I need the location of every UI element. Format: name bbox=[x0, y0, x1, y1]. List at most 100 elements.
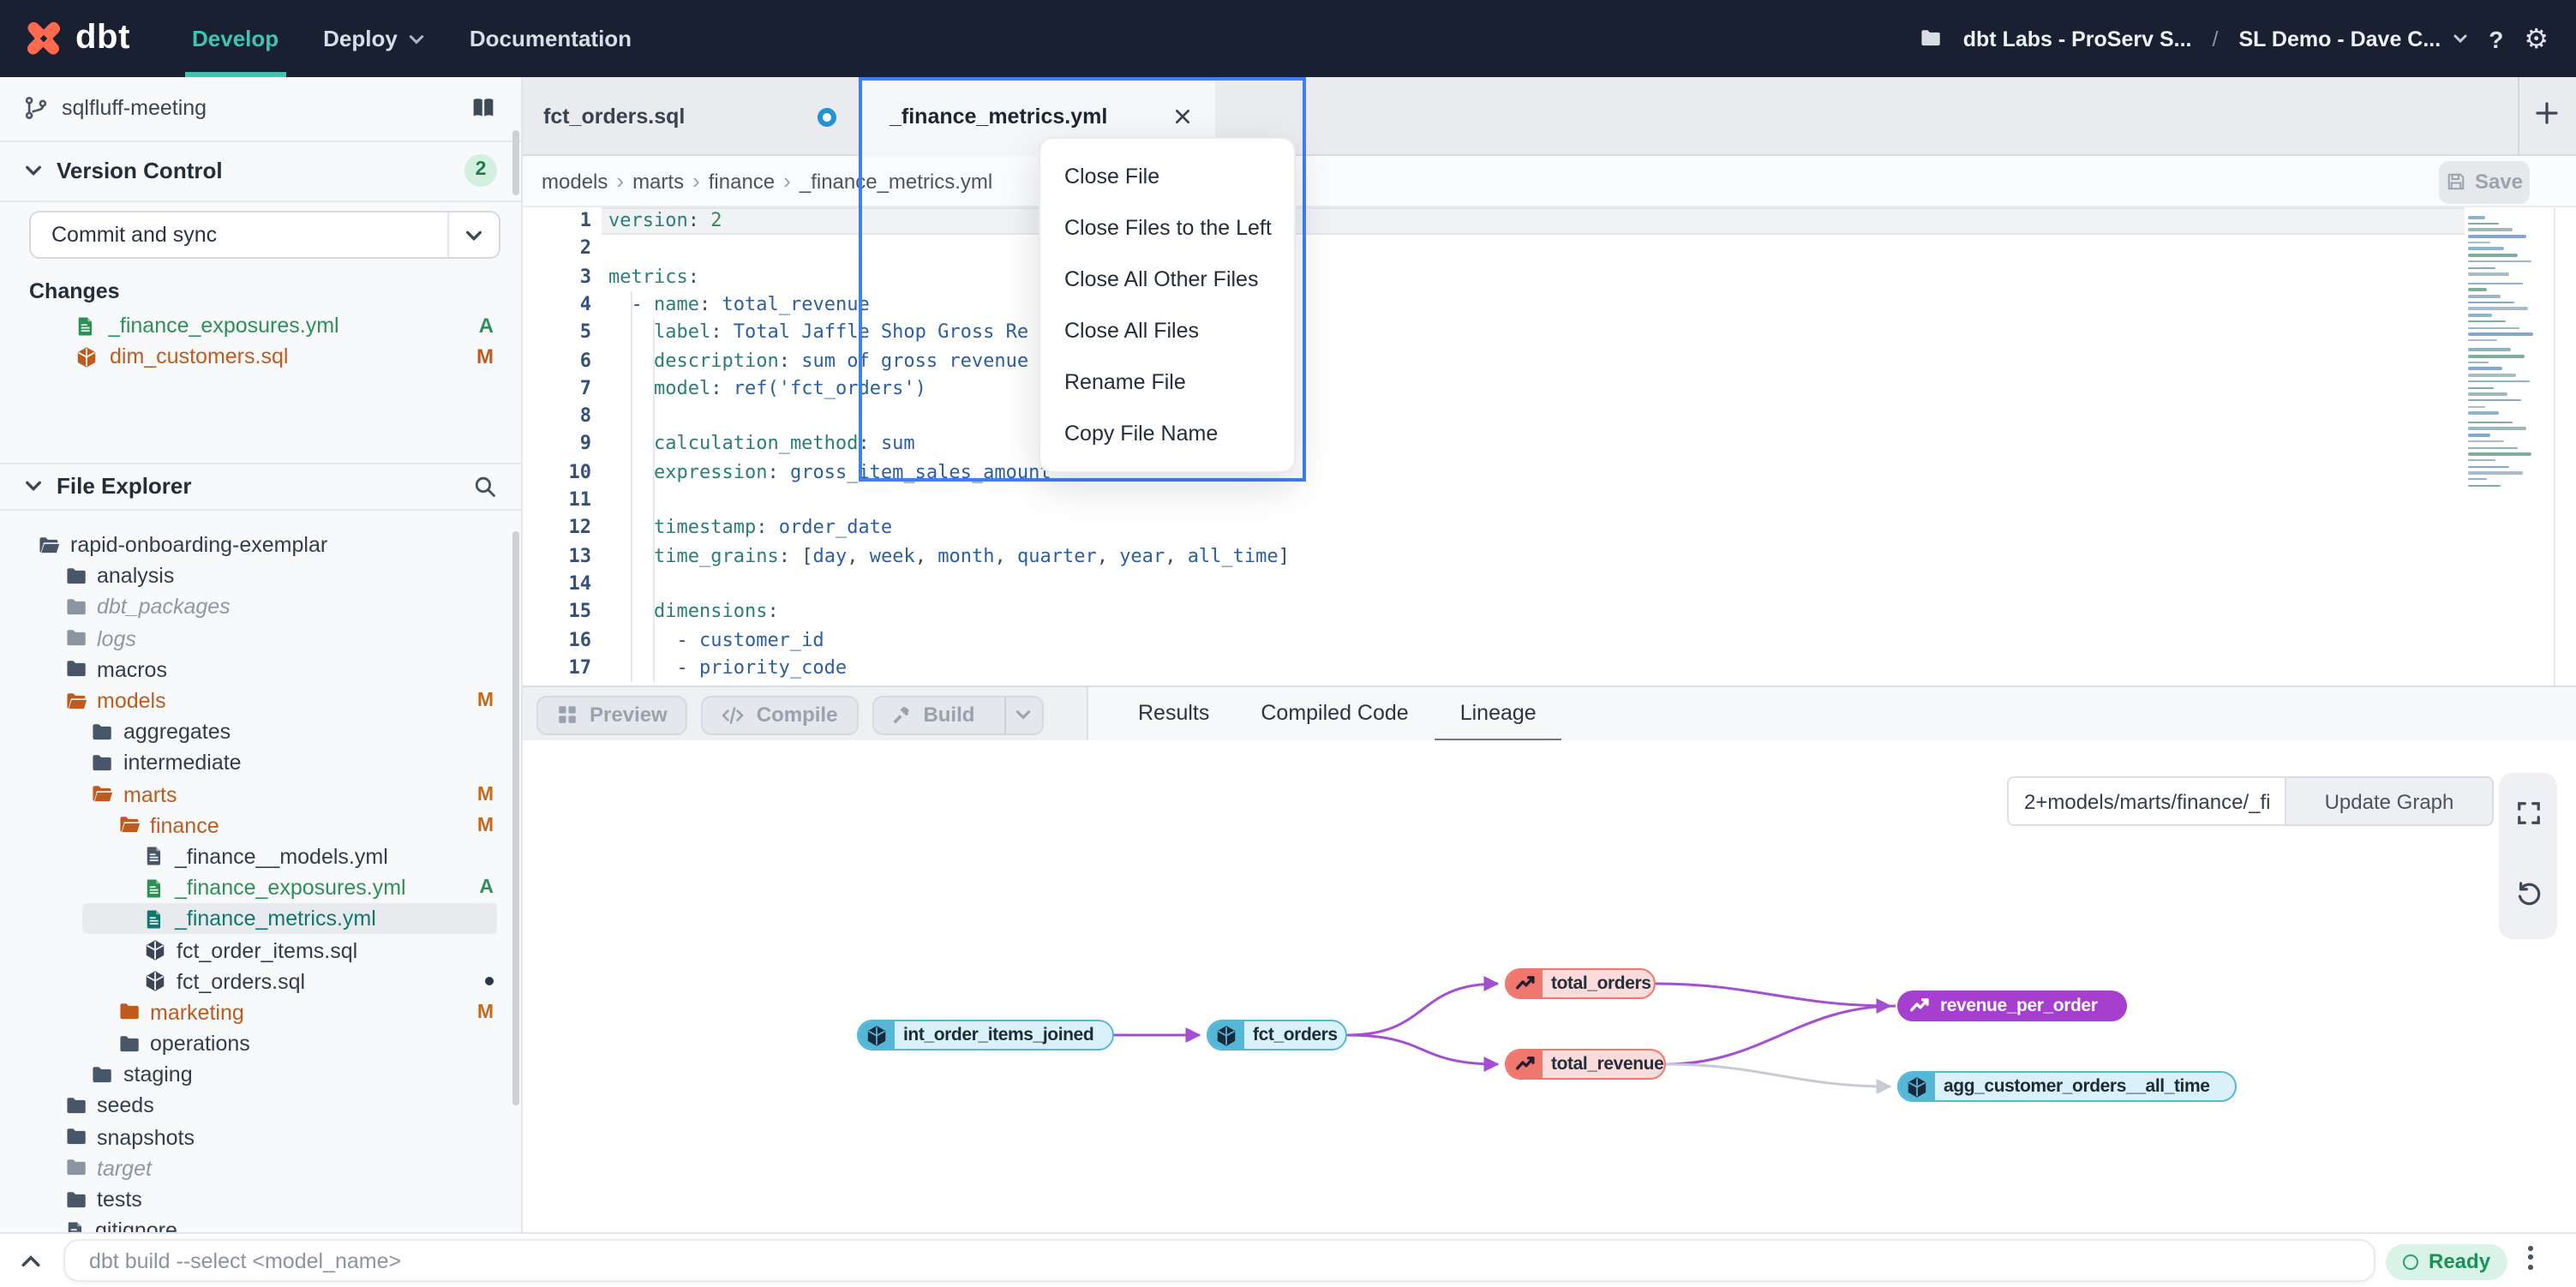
context-menu-item[interactable]: Rename File bbox=[1040, 356, 1294, 408]
folder-icon bbox=[64, 1126, 87, 1148]
tree-item[interactable]: financeM bbox=[0, 810, 521, 841]
code-line[interactable]: 8 bbox=[523, 403, 2576, 431]
save-button[interactable]: Save bbox=[2439, 160, 2530, 203]
tree-item[interactable]: operations bbox=[0, 1028, 521, 1059]
lineage-node-fct_orders[interactable]: fct_orders bbox=[1207, 1020, 1347, 1051]
compile-button[interactable]: Compile bbox=[702, 695, 859, 734]
code-line[interactable]: 17 - priority_code bbox=[523, 655, 2576, 683]
code-line[interactable]: 13 time_grains: [day, week, month, quart… bbox=[523, 542, 2576, 571]
tree-item[interactable]: logs bbox=[0, 623, 521, 654]
tree-item[interactable]: macros bbox=[0, 655, 521, 685]
minimap-line bbox=[2468, 428, 2526, 430]
build-button-main[interactable]: Build bbox=[873, 703, 991, 727]
changed-file[interactable]: _finance_exposures.ymlA bbox=[0, 310, 521, 341]
code-line[interactable]: 6 description: sum of gross revenue bbox=[523, 347, 2576, 375]
dbt-logo[interactable]: dbt bbox=[24, 0, 130, 77]
code-line[interactable]: 3metrics: bbox=[523, 263, 2576, 291]
code-line[interactable]: 10 expression: gross_item_sales_amount bbox=[523, 458, 2576, 487]
minimap-line bbox=[2468, 282, 2523, 284]
changed-file[interactable]: dim_customers.sqlM bbox=[0, 341, 521, 372]
gear-icon[interactable]: ⚙ bbox=[2524, 25, 2549, 52]
tree-item[interactable]: intermediate bbox=[0, 748, 521, 779]
build-button[interactable]: Build bbox=[872, 695, 1043, 734]
nav-item-deploy[interactable]: Deploy bbox=[323, 0, 425, 77]
tree-item[interactable]: _finance_metrics.yml bbox=[0, 904, 521, 935]
code-line[interactable]: 1version: 2 bbox=[523, 207, 2576, 236]
code-line[interactable]: 4 - name: total_revenue bbox=[523, 291, 2576, 320]
tree-item[interactable]: seeds bbox=[0, 1091, 521, 1122]
tree-item[interactable]: _finance__models.yml bbox=[0, 841, 521, 872]
chevron-up-icon[interactable] bbox=[19, 1249, 43, 1273]
help-icon[interactable]: ? bbox=[2489, 25, 2503, 52]
panel-tab-compiled-code[interactable]: Compiled Code bbox=[1235, 687, 1434, 742]
lineage-node-agg_customer_orders__all_time[interactable]: agg_customer_orders__all_time bbox=[1897, 1071, 2237, 1102]
nav-right: dbt Labs - ProServ S... / SL Demo - Dave… bbox=[1920, 0, 2549, 77]
code-editor[interactable]: 1version: 223metrics:4 - name: total_rev… bbox=[523, 207, 2576, 685]
lineage-node-total_revenue[interactable]: total_revenue bbox=[1505, 1049, 1666, 1080]
tree-item[interactable]: _finance_exposures.ymlA bbox=[0, 872, 521, 903]
tab-label: _finance_metrics.yml bbox=[890, 105, 1107, 129]
project-selector[interactable]: SL Demo - Dave C... bbox=[2238, 27, 2468, 51]
code-line[interactable]: 11 bbox=[523, 487, 2576, 515]
dbt-command-input[interactable] bbox=[63, 1239, 2375, 1282]
tree-item[interactable]: fct_order_items.sql bbox=[0, 935, 521, 966]
status-circle-icon bbox=[2403, 1254, 2418, 1269]
tree-item[interactable]: analysis bbox=[0, 560, 521, 591]
kebab-menu-icon[interactable] bbox=[2523, 1246, 2538, 1269]
lineage-node-int_order_items_joined[interactable]: int_order_items_joined bbox=[857, 1020, 1114, 1051]
tree-item[interactable]: modelsM bbox=[0, 685, 521, 716]
minimap[interactable] bbox=[2468, 216, 2550, 491]
git-status-badge: M bbox=[477, 1003, 494, 1023]
tree-item[interactable]: target bbox=[0, 1153, 521, 1184]
git-branch-row[interactable]: sqlfluff-meeting bbox=[0, 77, 521, 140]
version-control-header[interactable]: Version Control 2 bbox=[0, 140, 521, 201]
context-menu-item[interactable]: Close Files to the Left bbox=[1040, 202, 1294, 254]
tree-item[interactable]: snapshots bbox=[0, 1122, 521, 1152]
context-menu-item[interactable]: Close All Other Files bbox=[1040, 254, 1294, 305]
context-menu-item[interactable]: Close All Files bbox=[1040, 305, 1294, 356]
code-line[interactable]: 5 label: Total Jaffle Shop Gross Re bbox=[523, 319, 2576, 347]
tree-item-name: target bbox=[97, 1157, 494, 1181]
tree-item[interactable]: staging bbox=[0, 1059, 521, 1090]
tree-item[interactable]: fct_orders.sql bbox=[0, 966, 521, 997]
commit-options-caret[interactable] bbox=[447, 213, 499, 257]
sidebar-scrollbar[interactable] bbox=[512, 130, 519, 195]
new-tab-plus-icon[interactable] bbox=[2533, 99, 2561, 127]
nav-item-develop[interactable]: Develop bbox=[192, 0, 279, 77]
tree-item[interactable]: martsM bbox=[0, 779, 521, 810]
tree-item-name: fct_order_items.sql bbox=[177, 938, 494, 962]
file-explorer-header[interactable]: File Explorer bbox=[0, 463, 521, 509]
context-menu-item[interactable]: Close File bbox=[1040, 151, 1294, 202]
panel-tab-lineage[interactable]: Lineage bbox=[1435, 687, 1562, 742]
tab-fct-orders[interactable]: fct_orders.sql bbox=[523, 77, 859, 156]
build-options-caret[interactable] bbox=[1003, 697, 1041, 733]
code-line[interactable]: 2 bbox=[523, 236, 2576, 264]
line-number: 11 bbox=[523, 487, 591, 515]
context-menu-item[interactable]: Copy File Name bbox=[1040, 408, 1294, 459]
tree-item[interactable]: gitignore bbox=[0, 1215, 521, 1232]
close-icon[interactable] bbox=[1174, 108, 1191, 125]
save-label: Save bbox=[2475, 170, 2523, 194]
code-line[interactable]: 7 model: ref('fct_orders') bbox=[523, 375, 2576, 404]
docs-book-icon[interactable] bbox=[470, 97, 497, 121]
code-line[interactable]: 14 bbox=[523, 571, 2576, 599]
search-icon[interactable] bbox=[473, 474, 497, 498]
minimap-line bbox=[2468, 229, 2513, 231]
code-line[interactable]: 12 timestamp: order_date bbox=[523, 515, 2576, 543]
nav-item-documentation[interactable]: Documentation bbox=[470, 0, 632, 77]
preview-button[interactable]: Preview bbox=[536, 695, 688, 734]
lineage-node-revenue_per_order[interactable]: revenue_per_order bbox=[1897, 991, 2127, 1021]
tree-item[interactable]: marketingM bbox=[0, 997, 521, 1028]
lineage-node-total_orders[interactable]: total_orders bbox=[1505, 968, 1656, 999]
account-name[interactable]: dbt Labs - ProServ S... bbox=[1963, 27, 2192, 51]
explorer-scrollbar[interactable] bbox=[512, 531, 519, 1105]
tree-item[interactable]: rapid-onboarding-exemplar bbox=[0, 530, 521, 560]
tree-item[interactable]: dbt_packages bbox=[0, 592, 521, 623]
code-line[interactable]: 16 - customer_id bbox=[523, 626, 2576, 655]
code-line[interactable]: 15 dimensions: bbox=[523, 598, 2576, 626]
tree-item[interactable]: aggregates bbox=[0, 716, 521, 747]
commit-and-sync-button[interactable]: Commit and sync bbox=[29, 211, 500, 259]
tree-item[interactable]: tests bbox=[0, 1184, 521, 1215]
panel-tab-results[interactable]: Results bbox=[1112, 687, 1235, 742]
code-line[interactable]: 9 calculation_method: sum bbox=[523, 431, 2576, 459]
